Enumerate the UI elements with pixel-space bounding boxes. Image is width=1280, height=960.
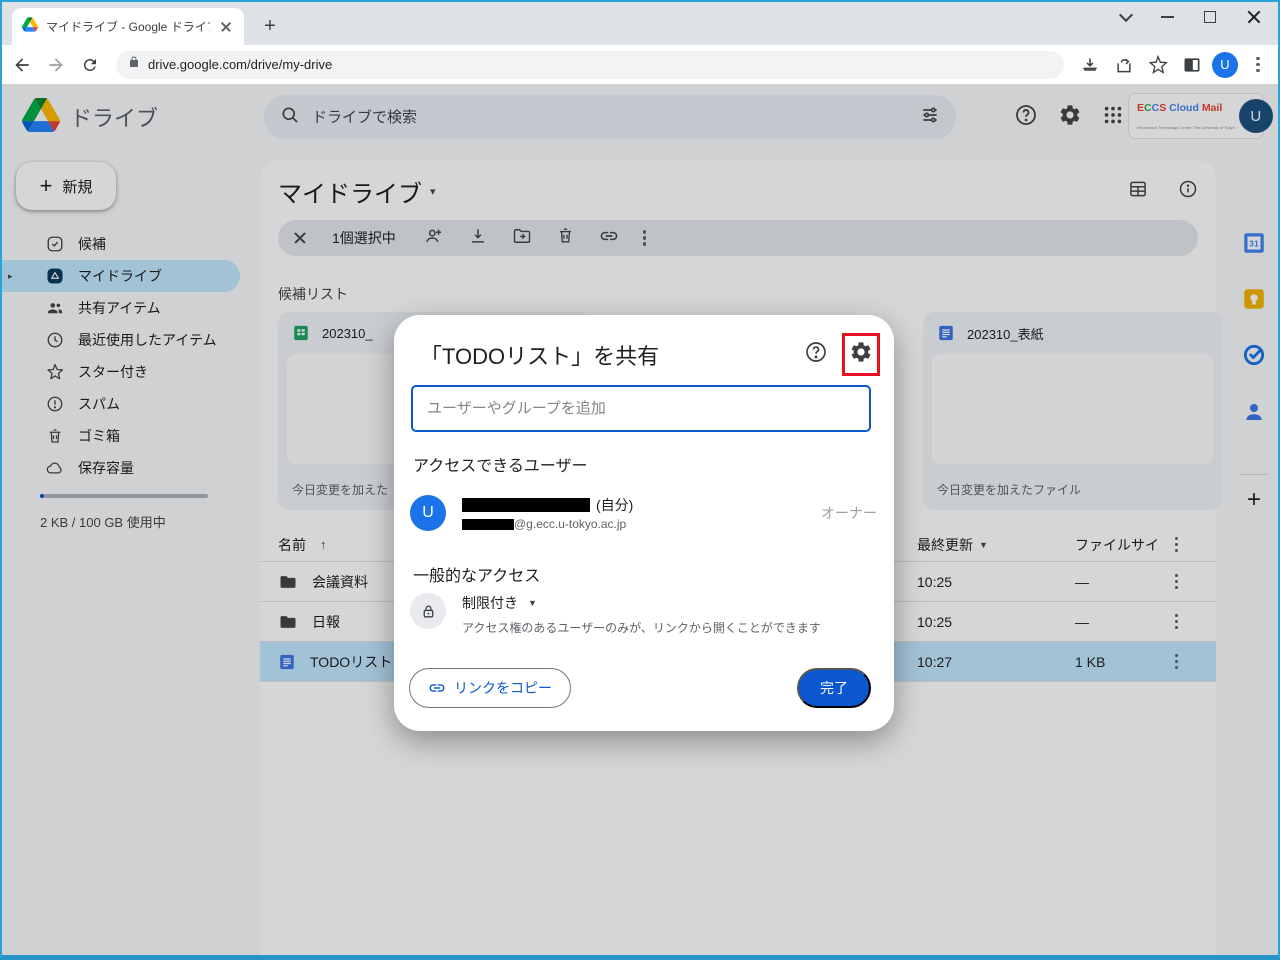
drive-favicon bbox=[22, 16, 38, 37]
restricted-lock-icon bbox=[410, 593, 446, 629]
access-description: アクセス権のあるユーザーのみが、リンクから開くことができます bbox=[462, 621, 821, 635]
save-page-icon[interactable] bbox=[1076, 51, 1104, 79]
share-help-icon[interactable] bbox=[804, 340, 828, 369]
access-level-dropdown[interactable]: 制限付き ▼ bbox=[462, 593, 821, 613]
owner-self-label: (自分) bbox=[596, 497, 634, 513]
tab-close-icon[interactable] bbox=[218, 19, 234, 35]
window-chevron-down-icon[interactable] bbox=[1118, 7, 1134, 23]
owner-role-label: オーナー bbox=[821, 505, 877, 521]
window-minimize-button[interactable] bbox=[1161, 16, 1174, 18]
owner-avatar: U bbox=[410, 495, 446, 531]
browser-tab[interactable]: マイドライブ - Google ドライブ bbox=[12, 8, 244, 45]
share-dialog: 「TODOリスト」を共有 アクセスできるユーザー U (自分) @g.ecc.u… bbox=[394, 315, 894, 731]
reload-button[interactable] bbox=[76, 51, 104, 79]
link-icon bbox=[429, 684, 445, 692]
forward-button[interactable] bbox=[42, 51, 70, 79]
browser-toolbar: drive.google.com/drive/my-drive U bbox=[0, 45, 1280, 84]
add-people-input[interactable] bbox=[411, 385, 871, 432]
redacted-owner-name bbox=[462, 498, 590, 512]
side-panel-icon[interactable] bbox=[1178, 51, 1206, 79]
general-access-row: 制限付き ▼ アクセス権のあるユーザーのみが、リンクから開くことができます bbox=[410, 593, 821, 636]
back-button[interactable] bbox=[8, 51, 36, 79]
done-button[interactable]: 完了 bbox=[797, 668, 871, 708]
redacted-email-local bbox=[462, 518, 514, 530]
lock-icon bbox=[128, 55, 140, 74]
url-bar[interactable]: drive.google.com/drive/my-drive bbox=[116, 50, 1064, 79]
share-icon[interactable] bbox=[1110, 51, 1138, 79]
browser-profile-avatar[interactable]: U bbox=[1212, 51, 1238, 78]
access-caret-down-icon: ▼ bbox=[528, 598, 537, 608]
owner-email-domain: @g.ecc.u-tokyo.ac.jp bbox=[514, 517, 627, 531]
share-dialog-title: 「TODOリスト」を共有 bbox=[420, 344, 660, 369]
url-text: drive.google.com/drive/my-drive bbox=[148, 57, 333, 72]
window-close-button[interactable] bbox=[1246, 9, 1262, 25]
owner-row[interactable]: U (自分) @g.ecc.u-tokyo.ac.jp オーナー bbox=[410, 487, 877, 539]
share-settings-gear-icon[interactable] bbox=[849, 340, 873, 369]
copy-link-button[interactable]: リンクをコピー bbox=[409, 668, 571, 708]
bookmark-star-icon[interactable] bbox=[1144, 51, 1172, 79]
people-with-access-heading: アクセスできるユーザー bbox=[413, 458, 588, 475]
annotation-red-box bbox=[842, 333, 880, 376]
window-maximize-button[interactable] bbox=[1204, 11, 1216, 23]
tab-title: マイドライブ - Google ドライブ bbox=[46, 20, 210, 34]
browser-menu-icon[interactable] bbox=[1244, 51, 1272, 79]
general-access-heading: 一般的なアクセス bbox=[413, 568, 541, 585]
browser-tab-strip: マイドライブ - Google ドライブ + bbox=[0, 0, 1280, 45]
new-tab-button[interactable]: + bbox=[258, 14, 282, 38]
